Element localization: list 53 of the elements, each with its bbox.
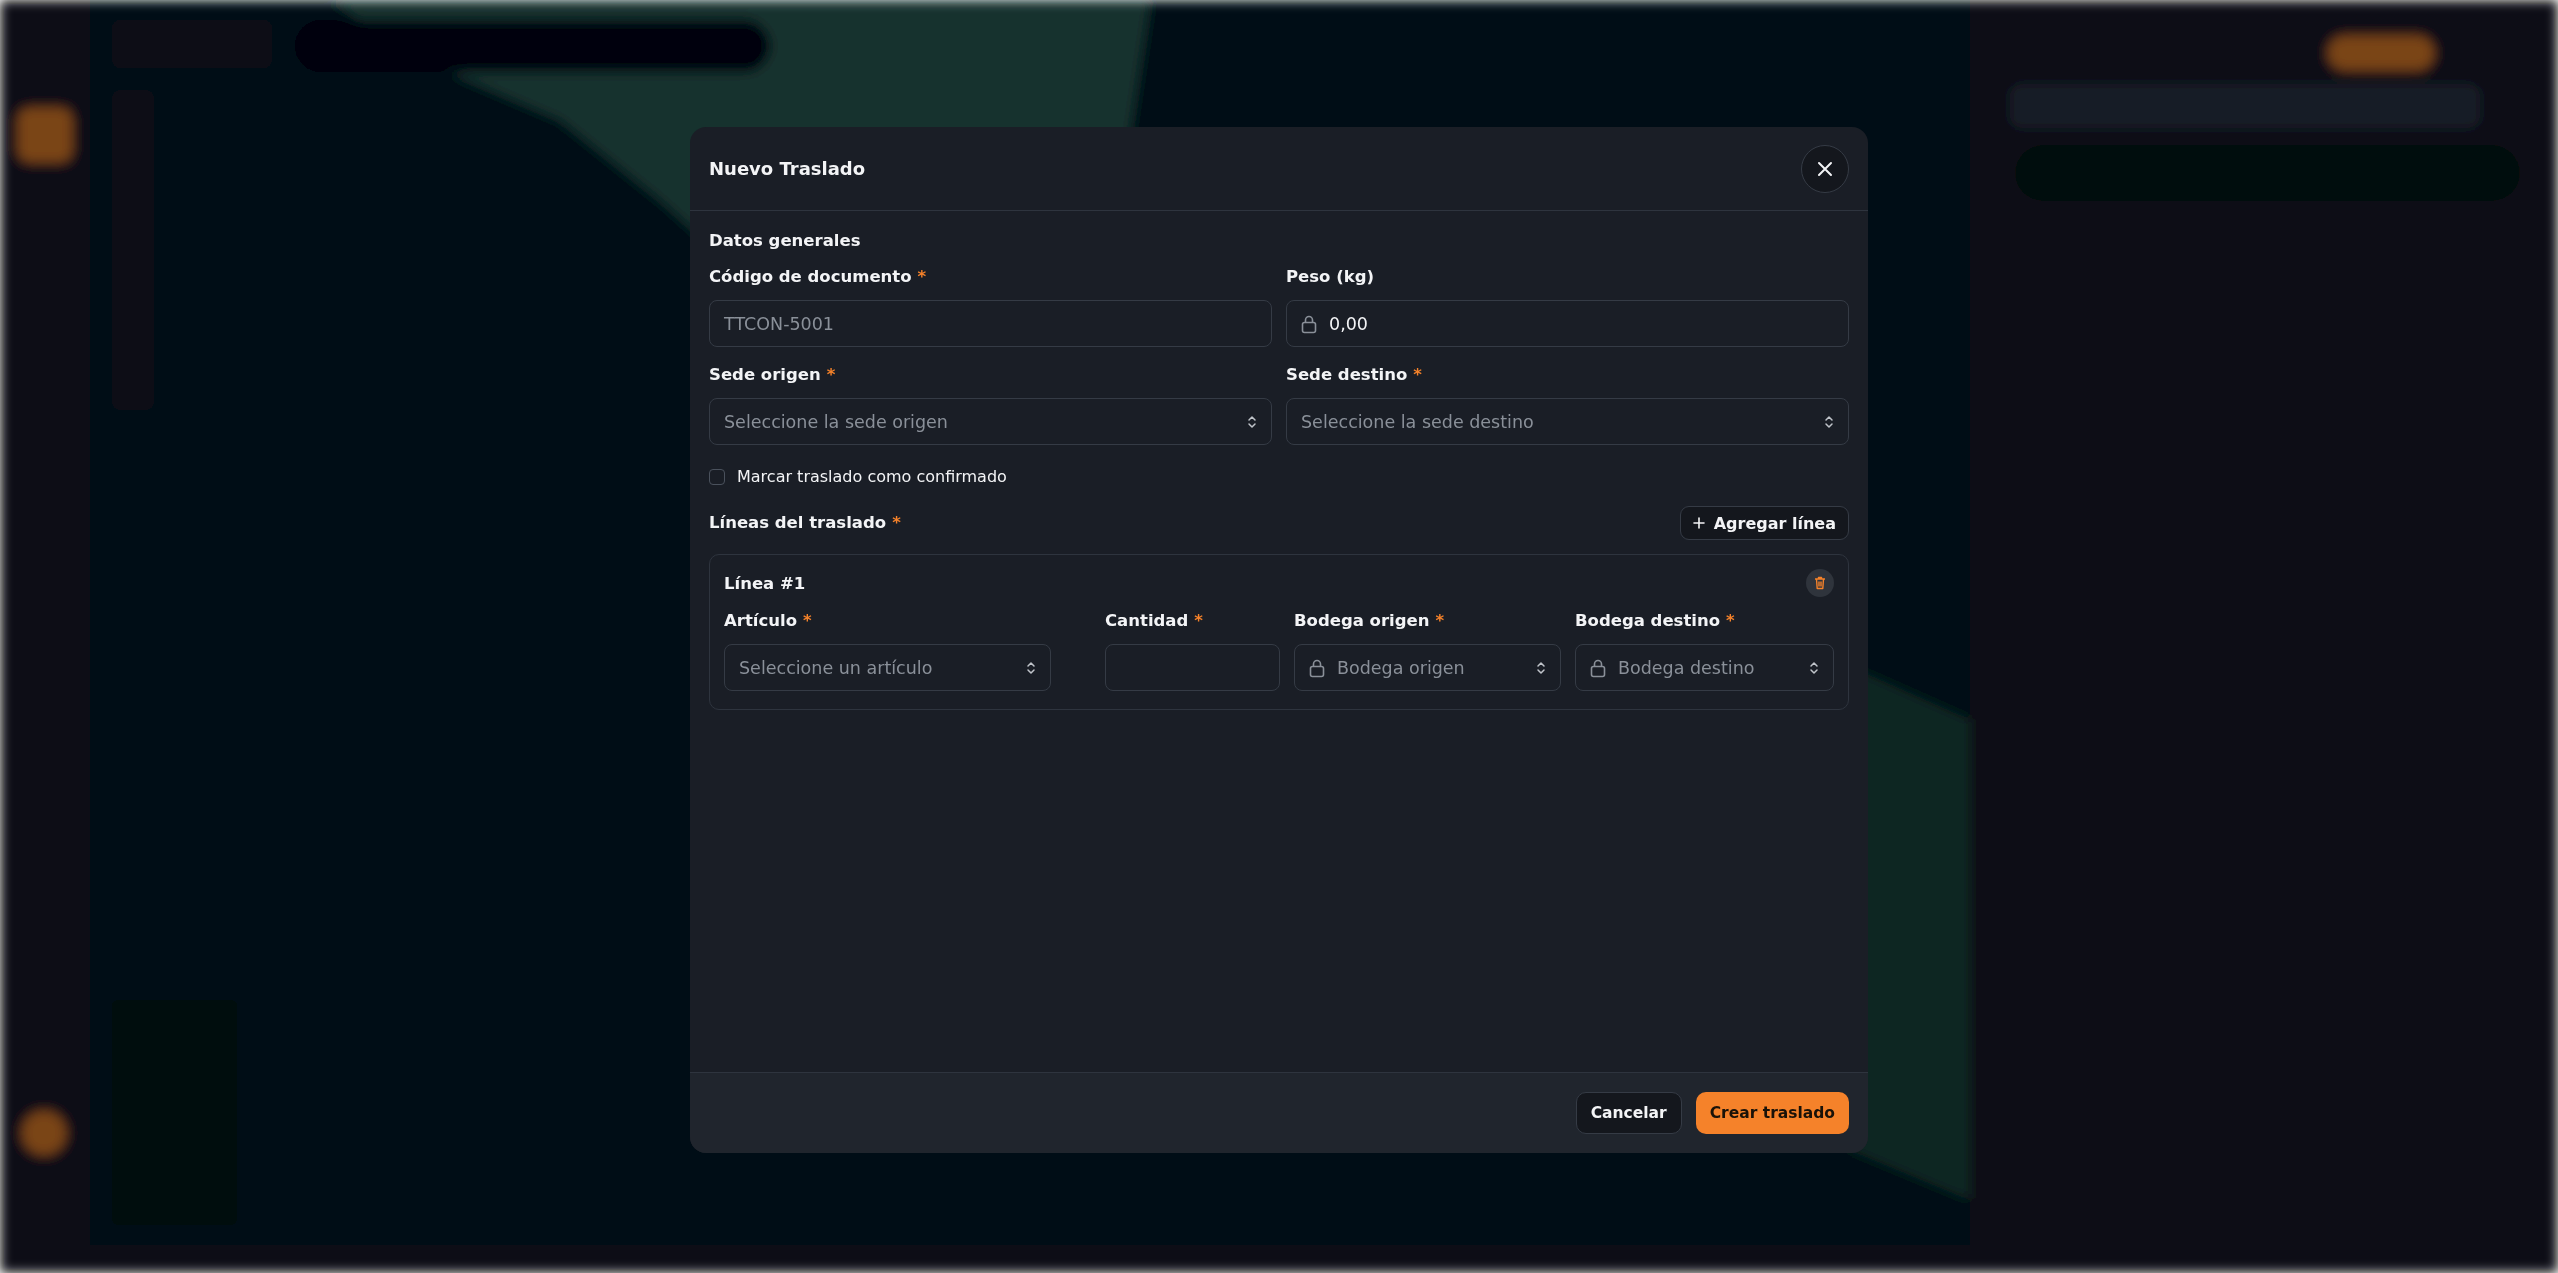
field-placeholder: Bodega origen: [1337, 657, 1465, 678]
create-button[interactable]: Crear traslado: [1695, 1092, 1849, 1134]
field-label: Código de documento: [709, 267, 912, 287]
required-mark: *: [1726, 611, 1735, 631]
required-mark: *: [892, 513, 901, 533]
field-placeholder: Seleccione la sede origen: [724, 411, 948, 432]
field-label: Bodega destino: [1575, 611, 1721, 631]
required-mark: *: [1194, 611, 1203, 631]
section-title: Datos generales: [709, 231, 862, 250]
chevron-updown-icon: [1809, 659, 1819, 676]
chevron-updown-icon: [1026, 659, 1036, 676]
field-label: Peso (kg): [1286, 267, 1375, 287]
field-label: Artículo: [724, 611, 797, 631]
field-label: Cantidad: [1105, 611, 1189, 631]
field-label: Sede destino: [1286, 365, 1408, 385]
checkbox[interactable]: [709, 468, 725, 485]
close-icon: [1816, 159, 1834, 178]
trash-icon: [1814, 576, 1826, 590]
input-field[interactable]: Seleccione la sede origen: [709, 398, 1272, 445]
chevron-updown-icon: [1824, 413, 1834, 430]
field-placeholder: Seleccione un artículo: [739, 657, 933, 678]
lock-icon: [1309, 657, 1325, 678]
input-field[interactable]: [1105, 644, 1280, 691]
field-placeholder: Bodega destino: [1618, 657, 1755, 678]
required-mark: *: [826, 365, 836, 385]
input-field[interactable]: Bodega destino: [1575, 644, 1834, 691]
section-title: Líneas del traslado: [709, 513, 887, 533]
plus-icon: [1692, 517, 1705, 529]
dialog-title: Nuevo Traslado: [709, 158, 866, 179]
input-field[interactable]: Bodega origen: [1294, 644, 1561, 691]
line-title: Línea #1: [724, 573, 806, 593]
trash-button[interactable]: [1806, 569, 1834, 597]
required-mark: *: [917, 267, 927, 287]
checkbox-label: Marcar traslado como confirmado: [737, 467, 1007, 486]
lock-icon: [1590, 657, 1606, 678]
field-label: Sede origen: [709, 365, 821, 385]
close-button[interactable]: [1801, 144, 1849, 193]
input-field[interactable]: Seleccione un artículo: [724, 644, 1051, 691]
required-mark: *: [803, 611, 812, 631]
lock-icon: [1301, 313, 1317, 334]
required-mark: *: [1435, 611, 1445, 631]
field-label: Bodega origen: [1294, 611, 1430, 631]
chevron-updown-icon: [1536, 659, 1546, 676]
cancel-button[interactable]: Cancelar: [1575, 1092, 1682, 1134]
add-line-button[interactable]: Agregar línea: [1679, 506, 1849, 540]
input-field[interactable]: Seleccione la sede destino: [1286, 398, 1849, 445]
field-value: 0,00: [1329, 313, 1368, 334]
input-field[interactable]: 0,00: [1286, 300, 1849, 347]
field-placeholder: Seleccione la sede destino: [1301, 411, 1534, 432]
chevron-updown-icon: [1247, 413, 1257, 430]
required-mark: *: [1413, 365, 1422, 385]
input-field[interactable]: TTCON-5001: [709, 300, 1272, 347]
field-placeholder: TTCON-5001: [724, 313, 834, 334]
